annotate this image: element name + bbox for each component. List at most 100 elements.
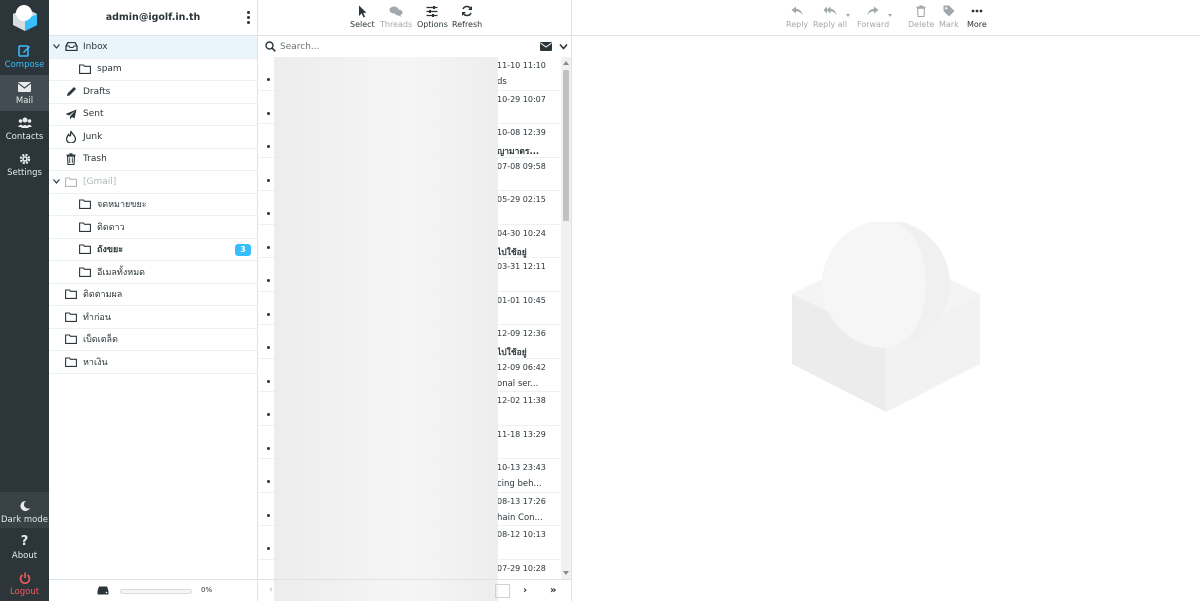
chevron-down-icon[interactable] [559, 42, 568, 51]
logout-button[interactable]: Logout [0, 566, 49, 601]
compose-button[interactable]: Compose [0, 39, 49, 75]
contacts-button[interactable]: Contacts [0, 111, 49, 147]
reply-all-label: Reply all [813, 20, 848, 29]
folder-junk[interactable]: Junk [49, 126, 257, 149]
mark-button[interactable]: Mark [939, 4, 959, 29]
reply-all-icon [823, 4, 837, 18]
folder-follow-up[interactable]: ติดตามผล [49, 284, 257, 306]
forward-dropdown-icon[interactable] [888, 14, 892, 17]
message-subject: hain Con... [497, 512, 543, 523]
scrollbar-thumb[interactable] [563, 70, 569, 221]
message-toolbar: Reply Reply all Forward Delete Mark More [572, 0, 1200, 36]
delete-label: Delete [908, 20, 935, 29]
previous-page-icon[interactable]: ‹ [269, 585, 273, 595]
dark-mode-button[interactable]: Dark mode [0, 494, 49, 530]
threads-button[interactable]: Threads [380, 4, 412, 29]
select-label: Select [350, 20, 375, 29]
quota-percent: 0% [201, 586, 213, 594]
folder-icon [64, 356, 78, 368]
power-icon [18, 571, 32, 584]
options-button[interactable]: Options [417, 4, 448, 29]
cursor-icon [355, 4, 369, 18]
folder-drafts[interactable]: Drafts [49, 81, 257, 104]
about-button[interactable]: ? About [0, 530, 49, 566]
gear-icon [18, 152, 32, 165]
message-subject: ไปใช้อยู่ [497, 348, 527, 358]
logout-label: Logout [9, 587, 40, 597]
message-date: 10-13 23:43 [497, 463, 546, 472]
message-date: 12-09 06:42 [497, 362, 546, 372]
folder-options-icon[interactable] [247, 11, 250, 24]
row-bullet [267, 413, 270, 416]
folder-label: ติดตามผล [83, 290, 123, 301]
message-date: 11-10 11:10 [497, 61, 546, 70]
inbox-icon [64, 41, 78, 53]
contacts-label: Contacts [5, 132, 44, 142]
row-bullet [267, 513, 270, 517]
trash-icon [64, 153, 78, 166]
mail-button[interactable]: Mail [0, 75, 49, 111]
tag-icon [942, 4, 956, 18]
folder-label: Inbox [83, 41, 108, 52]
scroll-up-icon[interactable] [563, 61, 569, 65]
comments-icon [389, 4, 403, 18]
unread-count-badge: 3 [235, 243, 251, 256]
compose-label: Compose [4, 60, 45, 70]
sliders-icon [425, 4, 439, 18]
compose-icon [18, 44, 32, 57]
reply-all-dropdown-icon[interactable] [846, 14, 850, 17]
folder-trash[interactable]: Trash [49, 149, 257, 171]
row-bullet [267, 446, 270, 450]
folder-gmail[interactable]: [Gmail] [49, 171, 257, 194]
row-bullet [267, 178, 270, 182]
more-button[interactable]: More [967, 4, 987, 29]
folder-icon [64, 288, 78, 300]
folder-make-money[interactable]: หาเงิน [49, 351, 257, 374]
users-icon [17, 116, 32, 129]
folder-gmail-trash[interactable]: ถังขยะ 3 [49, 239, 257, 261]
message-list-scrollbar[interactable] [561, 57, 571, 579]
delete-button[interactable]: Delete [908, 4, 934, 29]
folder-icon [78, 266, 92, 278]
pencil-icon [64, 86, 78, 98]
select-button[interactable]: Select [350, 4, 375, 29]
folder-gmail-starred[interactable]: ติดดาว [49, 216, 257, 239]
folder-label: จดหมายขยะ [97, 200, 147, 211]
reply-button[interactable]: Reply [786, 4, 808, 29]
search-input[interactable] [280, 39, 520, 54]
threads-label: Threads [380, 20, 413, 29]
message-list-pane: Select Threads Options Refresh Search...… [258, 0, 572, 601]
collapse-icon[interactable] [49, 42, 62, 51]
forward-button[interactable]: Forward [857, 4, 889, 29]
refresh-button[interactable]: Refresh [452, 4, 482, 29]
folder-misc[interactable]: เบ็ดเตล็ด [49, 329, 257, 351]
question-icon: ? [20, 534, 29, 549]
scroll-down-icon[interactable] [563, 571, 569, 575]
row-bullet [267, 245, 270, 249]
reply-all-button[interactable]: Reply all [813, 4, 847, 29]
folder-gmail-all-mail[interactable]: อีเมลทั้งหมด [49, 261, 257, 284]
envelope-icon[interactable] [540, 42, 552, 51]
forward-label: Forward [857, 20, 890, 29]
settings-button[interactable]: Settings [0, 147, 49, 183]
hard-drive-icon [97, 586, 109, 595]
search-icon [265, 41, 276, 52]
folder-label: ถังขยะ [97, 245, 124, 256]
dark-mode-label: Dark mode [1, 515, 48, 525]
app-logo[interactable] [0, 0, 49, 36]
message-date: 12-02 11:38 [497, 396, 546, 405]
paper-plane-icon [64, 108, 78, 120]
folder-inbox[interactable]: Inbox [49, 36, 257, 59]
folder-gmail-spam[interactable]: จดหมายขยะ [49, 194, 257, 216]
message-subject: onal ser... [497, 378, 539, 389]
about-label: About [11, 551, 38, 561]
forward-icon [866, 4, 880, 18]
mail-label: Mail [15, 96, 34, 106]
collapse-icon[interactable] [49, 177, 62, 186]
folder-do-first[interactable]: ทำก่อน [49, 306, 257, 329]
last-page-icon[interactable]: » [550, 585, 556, 596]
page-number-input[interactable] [495, 584, 510, 598]
folder-sent[interactable]: Sent [49, 104, 257, 126]
folder-spam[interactable]: spam [49, 59, 257, 81]
next-page-icon[interactable]: › [523, 585, 527, 596]
